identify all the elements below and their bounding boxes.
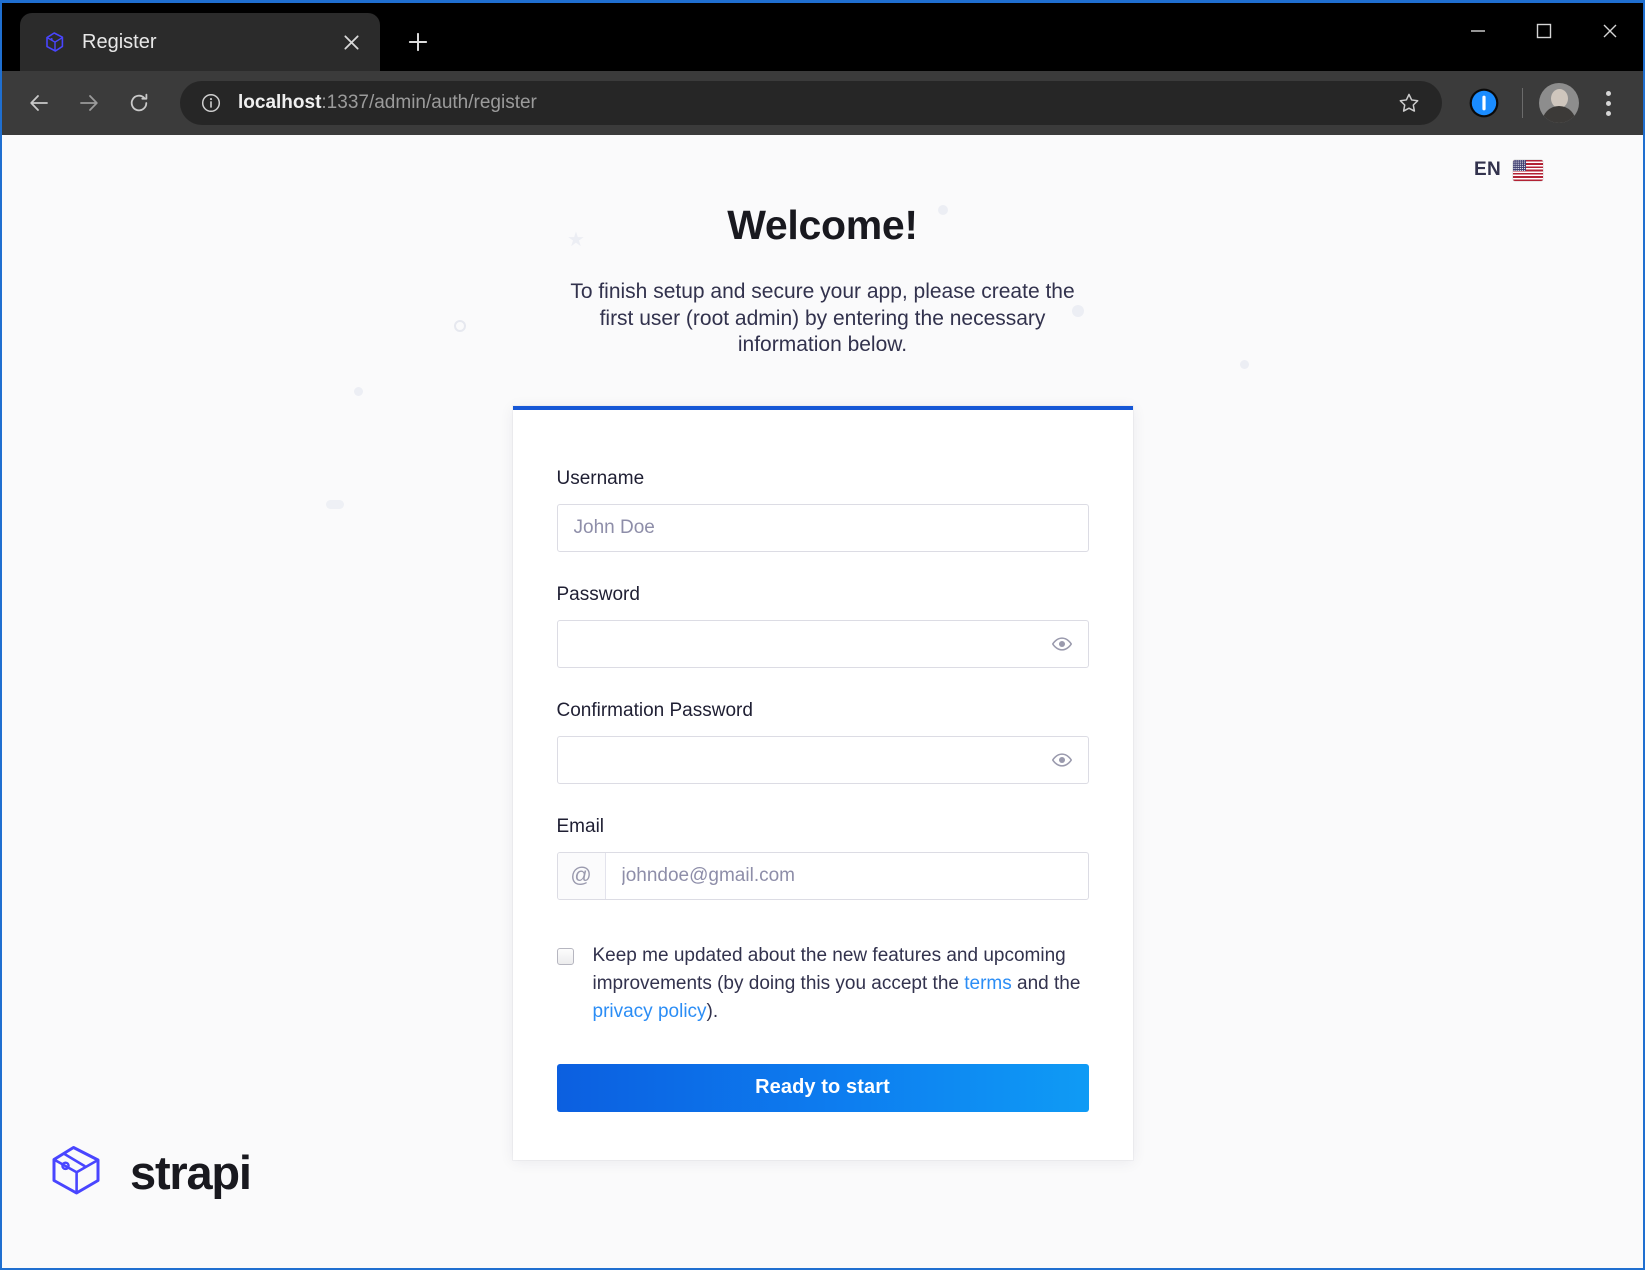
register-form-card: Username Password <box>512 406 1133 1160</box>
username-input-shell[interactable] <box>556 504 1089 553</box>
maximize-icon[interactable] <box>1511 3 1577 59</box>
address-bar-url: localhost:1337/admin/auth/register <box>238 92 1390 114</box>
strapi-favicon <box>42 29 68 55</box>
flag-us-icon <box>1513 159 1543 181</box>
kebab-menu-icon[interactable] <box>1587 82 1629 124</box>
username-input[interactable] <box>557 505 1088 552</box>
register-page: Welcome! To finish setup and secure your… <box>2 135 1643 1268</box>
consent-text-middle: and the <box>1011 973 1081 995</box>
at-icon: @ <box>557 853 606 900</box>
browser-window: Register localhost:1337/admin/auth/regis… <box>0 0 1645 1270</box>
tab-title: Register <box>82 30 157 53</box>
strapi-logo-icon <box>46 1139 108 1206</box>
language-code: EN <box>1474 159 1501 180</box>
terms-link[interactable]: terms <box>964 973 1012 994</box>
window-controls <box>1445 3 1643 59</box>
close-icon[interactable] <box>334 25 368 59</box>
password-field-group: Password <box>556 584 1089 669</box>
confirm-password-field-group: Confirmation Password <box>556 700 1089 785</box>
close-window-icon[interactable] <box>1577 3 1643 59</box>
strapi-brand: strapi <box>46 1139 252 1206</box>
eye-icon[interactable] <box>1036 737 1088 783</box>
newsletter-consent[interactable]: Keep me updated about the new features a… <box>556 942 1089 1025</box>
password-input[interactable] <box>557 621 1036 668</box>
info-circle-icon[interactable] <box>198 90 224 116</box>
newsletter-checkbox[interactable] <box>556 948 574 966</box>
minimize-icon[interactable] <box>1445 3 1511 59</box>
page-title: Welcome! <box>727 202 918 248</box>
strapi-wordmark: strapi <box>130 1146 252 1199</box>
arrow-right-icon[interactable] <box>66 80 112 126</box>
newsletter-consent-text: Keep me updated about the new features a… <box>593 942 1089 1025</box>
email-field-group: Email @ <box>556 816 1089 901</box>
address-bar[interactable]: localhost:1337/admin/auth/register <box>180 81 1442 125</box>
toolbar-divider <box>1522 88 1523 118</box>
language-switcher[interactable]: EN <box>1474 159 1543 181</box>
consent-text-after: ). <box>706 1000 719 1022</box>
eye-icon[interactable] <box>1036 621 1088 667</box>
confirm-password-label: Confirmation Password <box>556 700 753 722</box>
confirm-password-input[interactable] <box>557 737 1036 784</box>
reload-icon[interactable] <box>116 80 162 126</box>
page-subtitle: To finish setup and secure your app, ple… <box>570 280 1075 356</box>
privacy-policy-link[interactable]: privacy policy <box>593 1001 707 1022</box>
confirm-password-input-shell[interactable] <box>556 736 1089 785</box>
arrow-left-icon[interactable] <box>16 80 62 126</box>
email-input-shell[interactable]: @ <box>556 852 1089 901</box>
url-host: localhost <box>238 92 322 113</box>
email-input[interactable] <box>605 853 1088 900</box>
url-path: :1337/admin/auth/register <box>321 92 537 113</box>
password-input-shell[interactable] <box>556 620 1089 669</box>
browser-toolbar: localhost:1337/admin/auth/register <box>2 71 1643 135</box>
ready-to-start-button[interactable]: Ready to start <box>556 1063 1089 1112</box>
username-field-group: Username <box>556 468 1089 553</box>
star-icon[interactable] <box>1390 84 1428 122</box>
email-label: Email <box>556 816 605 838</box>
tab-strip: Register <box>2 3 1643 71</box>
browser-tab[interactable]: Register <box>20 13 380 71</box>
password-label: Password <box>556 584 640 606</box>
username-label: Username <box>556 468 645 490</box>
password-manager-icon[interactable] <box>1462 81 1506 125</box>
new-tab-button[interactable] <box>394 18 442 66</box>
avatar[interactable] <box>1539 83 1579 123</box>
page-viewport: ★ EN Welcome! To finish setup and secure… <box>2 135 1643 1268</box>
